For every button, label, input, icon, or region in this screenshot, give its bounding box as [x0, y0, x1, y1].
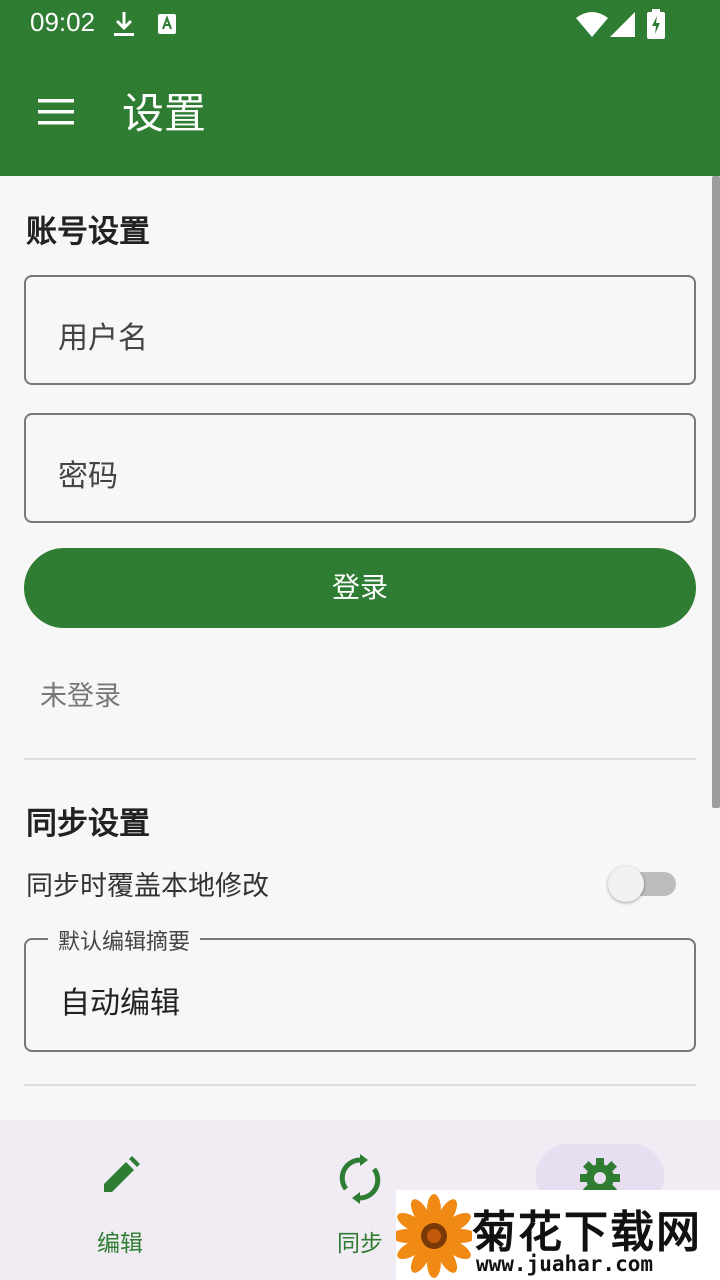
divider — [24, 758, 696, 760]
nav-label-edit: 编辑 — [97, 1231, 143, 1257]
username-field[interactable]: 用户名 — [24, 275, 696, 385]
account-section-title: 账号设置 — [26, 214, 150, 250]
sync-section-title: 同步设置 — [26, 806, 150, 842]
edit-summary-field[interactable]: 默认编辑摘要 自动编辑 — [24, 924, 696, 1052]
download-icon — [112, 10, 136, 42]
login-button[interactable]: 登录 — [24, 548, 696, 628]
status-bar: 09:02 — [0, 0, 720, 48]
edit-summary-label: 默认编辑摘要 — [48, 924, 201, 956]
overwrite-local-switch[interactable] — [608, 866, 676, 902]
login-status: 未登录 — [40, 681, 121, 712]
a-notification-icon — [157, 13, 177, 39]
watermark-title: 菊花下载网 — [472, 1207, 702, 1258]
pencil-icon — [98, 1154, 142, 1202]
sync-icon — [338, 1154, 382, 1208]
wifi-icon — [576, 12, 608, 42]
overwrite-local-label: 同步时覆盖本地修改 — [26, 871, 269, 902]
nav-item-edit[interactable]: 编辑 — [0, 1120, 240, 1280]
app-bar: 设置 — [0, 48, 720, 176]
status-time: 09:02 — [30, 7, 96, 37]
watermark-url: www.juahar.com — [476, 1252, 654, 1276]
divider — [24, 1084, 696, 1086]
edit-summary-value: 自动编辑 — [60, 986, 180, 1021]
switch-thumb — [608, 866, 644, 902]
page-title: 设置 — [122, 89, 207, 138]
watermark: 菊花下载网 www.juahar.com — [392, 1190, 720, 1280]
signal-icon — [610, 12, 636, 42]
battery-charging-icon — [647, 9, 665, 43]
flower-logo-icon — [392, 1190, 476, 1280]
password-placeholder: 密码 — [58, 459, 118, 494]
hamburger-menu-icon[interactable] — [36, 96, 76, 128]
password-field[interactable]: 密码 — [24, 413, 696, 523]
scrollbar[interactable] — [712, 176, 720, 808]
username-placeholder: 用户名 — [58, 321, 148, 356]
